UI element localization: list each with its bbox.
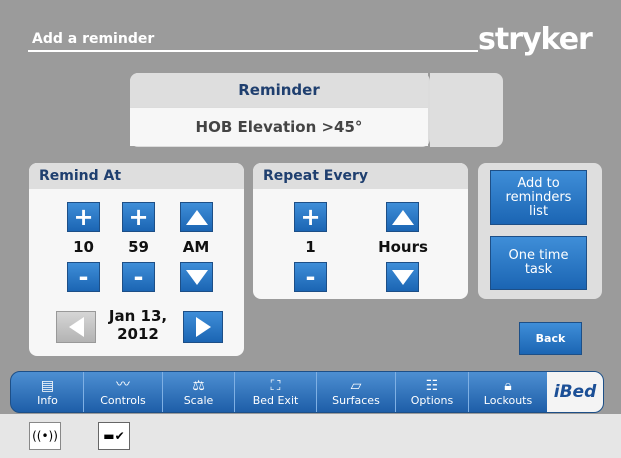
back-button[interactable]: Back <box>519 322 582 355</box>
mattress-icon: ▱ <box>350 378 362 394</box>
arrow-up-icon <box>391 209 414 225</box>
repeat-count-value: 1 <box>305 238 316 256</box>
scale-icon: ⚖ <box>192 378 205 394</box>
date-year: 2012 <box>117 325 159 343</box>
date-value: Jan 13, 2012 <box>98 307 178 343</box>
tab-info[interactable]: ▤ Info <box>12 372 84 412</box>
arrow-left-icon <box>68 317 84 337</box>
tab-ibed[interactable]: iBed <box>547 372 603 412</box>
arrow-down-icon <box>185 269 208 285</box>
tab-label: Info <box>37 394 58 407</box>
ampm-down-button[interactable] <box>180 262 213 292</box>
ampm-up-button[interactable] <box>180 202 213 232</box>
arrow-up-icon <box>185 209 208 225</box>
info-doc-icon: ▤ <box>40 378 55 394</box>
status-footer <box>0 414 621 458</box>
arrow-right-icon <box>195 317 211 337</box>
tab-lockouts[interactable]: 🔒︎ Lockouts <box>469 372 547 412</box>
add-label-3: list <box>528 203 549 219</box>
date-month-day: Jan 13, <box>108 307 168 325</box>
date-next-button[interactable] <box>183 311 223 343</box>
reminder-value[interactable]: HOB Elevation >45° <box>130 108 428 146</box>
hour-increase-button[interactable]: + <box>67 202 100 232</box>
bed-exit-icon: ⛶ <box>270 378 281 394</box>
tab-label: Surfaces <box>332 394 380 407</box>
reminder-side-panel <box>430 73 503 147</box>
hour-value: 10 <box>73 238 94 256</box>
ampm-value: AM <box>182 238 210 256</box>
tab-bed-exit[interactable]: ⛶ Bed Exit <box>235 372 317 412</box>
hour-decrease-button[interactable]: - <box>67 262 100 292</box>
tab-scale[interactable]: ⚖ Scale <box>163 372 235 412</box>
bed-check-icon[interactable]: ▬✔ <box>98 422 130 450</box>
repeat-unit-down-button[interactable] <box>386 262 419 292</box>
repeat-every-heading: Repeat Every <box>253 163 468 189</box>
title-underline <box>28 50 478 52</box>
reminder-heading: Reminder <box>130 73 428 107</box>
remind-at-heading: Remind At <box>29 163 244 189</box>
repeat-count-increase-button[interactable]: + <box>294 202 327 232</box>
tab-controls[interactable]: 〰 Controls <box>84 372 163 412</box>
minute-decrease-button[interactable]: - <box>122 262 155 292</box>
one-time-label-1: One time <box>508 248 569 263</box>
tab-options[interactable]: ☷ Options <box>396 372 469 412</box>
patient-bed-icon: 〰 <box>116 377 130 393</box>
tab-surfaces[interactable]: ▱ Surfaces <box>317 372 396 412</box>
tab-label: Options <box>410 394 454 407</box>
tab-label: Lockouts <box>483 394 533 407</box>
page-title: Add a reminder <box>32 31 155 47</box>
repeat-count-decrease-button[interactable]: - <box>294 262 327 292</box>
add-to-reminders-button[interactable]: Add to reminders list <box>490 170 587 225</box>
wireless-signal-icon[interactable]: ((•)) <box>29 422 61 450</box>
date-previous-button[interactable] <box>56 311 96 343</box>
minute-increase-button[interactable]: + <box>122 202 155 232</box>
minute-value: 59 <box>128 238 149 256</box>
tab-label: Scale <box>183 394 214 407</box>
one-time-task-button[interactable]: One time task <box>490 236 587 290</box>
one-time-label-2: task <box>524 262 553 277</box>
add-label-2: reminders <box>505 189 572 205</box>
lock-icon: 🔒︎ <box>504 378 512 394</box>
tab-label: Controls <box>100 394 146 407</box>
arrow-down-icon <box>391 269 414 285</box>
repeat-unit-value: Hours <box>378 238 428 256</box>
brand-logo: stryker <box>478 22 593 57</box>
add-label-1: Add to <box>517 175 560 191</box>
tab-label: Bed Exit <box>252 394 299 407</box>
repeat-unit-up-button[interactable] <box>386 202 419 232</box>
sliders-icon: ☷ <box>425 378 439 394</box>
